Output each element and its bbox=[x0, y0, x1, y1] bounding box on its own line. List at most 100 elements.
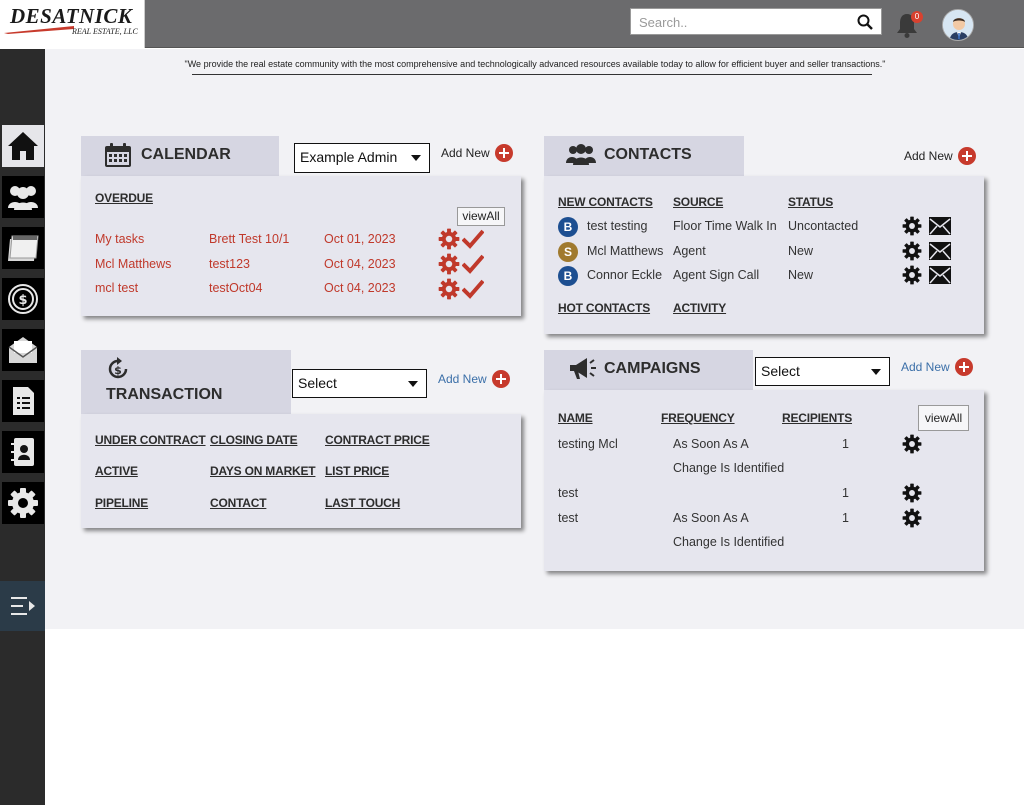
contacts-tab: CONTACTS bbox=[544, 136, 744, 176]
checkmark-icon[interactable] bbox=[462, 254, 484, 274]
transaction-panel: UNDER CONTRACT CLOSING DATE CONTRACT PRI… bbox=[81, 414, 521, 528]
gear-icon[interactable] bbox=[902, 265, 922, 285]
gear-icon[interactable] bbox=[902, 216, 922, 236]
closing-date-link[interactable]: CLOSING DATE bbox=[210, 433, 298, 447]
tagline-underline bbox=[192, 74, 872, 75]
under-contract-link[interactable]: UNDER CONTRACT bbox=[95, 433, 206, 447]
contacts-add-new-button[interactable]: Add New bbox=[904, 147, 976, 165]
contact-link[interactable]: CONTACT bbox=[210, 496, 267, 510]
top-bar: DESATNICK REAL ESTATE, LLC 0 bbox=[0, 0, 1024, 48]
envelope-icon[interactable] bbox=[928, 216, 952, 236]
hot-contacts-link[interactable]: HOT CONTACTS bbox=[558, 301, 650, 315]
svg-text:$: $ bbox=[114, 364, 122, 377]
sidebar-item-contacts[interactable] bbox=[0, 430, 45, 474]
task-date: Oct 01, 2023 bbox=[324, 232, 396, 246]
new-contacts-link[interactable]: NEW CONTACTS bbox=[558, 195, 653, 209]
transaction-add-new-button[interactable]: Add New bbox=[438, 370, 510, 388]
source-header[interactable]: SOURCE bbox=[673, 195, 723, 209]
calendar-select-value: Example Admin bbox=[300, 149, 398, 165]
campaigns-add-new-button[interactable]: Add New bbox=[901, 358, 973, 376]
sidebar-item-users[interactable] bbox=[0, 175, 45, 219]
calendar-add-new-button[interactable]: Add New bbox=[441, 144, 513, 162]
search-icon[interactable] bbox=[857, 14, 873, 30]
calendar-title: CALENDAR bbox=[141, 146, 231, 163]
gear-icon[interactable] bbox=[902, 483, 922, 503]
plus-icon bbox=[954, 358, 973, 376]
plus-icon bbox=[957, 147, 976, 165]
gear-icon bbox=[7, 488, 38, 518]
search-box[interactable] bbox=[630, 8, 882, 35]
menu-expand-icon bbox=[10, 597, 35, 615]
sidebar-item-calendar[interactable] bbox=[0, 226, 45, 270]
sidebar-item-settings[interactable] bbox=[0, 481, 45, 525]
contact-name[interactable]: Mcl Matthews bbox=[587, 244, 663, 258]
campaigns-view-all-button[interactable]: viewAll bbox=[918, 405, 969, 431]
name-header[interactable]: NAME bbox=[558, 411, 593, 425]
contact-initial-badge: S bbox=[558, 242, 578, 262]
campaigns-title: CAMPAIGNS bbox=[604, 360, 701, 377]
contact-name[interactable]: test testing bbox=[587, 219, 647, 233]
sidebar-item-mail[interactable] bbox=[0, 328, 45, 372]
list-price-link[interactable]: LIST PRICE bbox=[325, 464, 389, 478]
gear-icon[interactable] bbox=[438, 253, 460, 275]
task-name[interactable]: Mcl Matthews bbox=[95, 257, 171, 271]
campaign-name[interactable]: testing Mcl bbox=[558, 437, 618, 451]
contact-source: Agent bbox=[673, 244, 706, 258]
sidebar-item-home[interactable] bbox=[0, 124, 45, 168]
tagline: "We provide the real estate community wi… bbox=[184, 59, 886, 69]
gear-icon[interactable] bbox=[438, 278, 460, 300]
task-name[interactable]: mcl test bbox=[95, 281, 138, 295]
recipients-header[interactable]: RECIPIENTS bbox=[782, 411, 852, 425]
checkmark-icon[interactable] bbox=[462, 279, 484, 299]
activity-link[interactable]: ACTIVITY bbox=[673, 301, 726, 315]
task-ref: test123 bbox=[209, 257, 251, 271]
campaign-recipients: 1 bbox=[842, 437, 849, 451]
checkmark-icon[interactable] bbox=[462, 229, 484, 249]
transaction-add-new-label: Add New bbox=[438, 372, 487, 386]
sidebar-item-documents[interactable] bbox=[0, 379, 45, 423]
company-logo[interactable]: DESATNICK REAL ESTATE, LLC bbox=[0, 0, 145, 48]
campaigns-select-value: Select bbox=[761, 363, 800, 379]
contact-name[interactable]: Connor Eckle bbox=[587, 268, 662, 282]
search-input[interactable] bbox=[639, 13, 839, 31]
pipeline-link[interactable]: PIPELINE bbox=[95, 496, 148, 510]
active-link[interactable]: ACTIVE bbox=[95, 464, 138, 478]
task-ref: testOct04 bbox=[209, 281, 263, 295]
sidebar-toggle[interactable] bbox=[0, 581, 45, 631]
calendar-user-select[interactable]: Example Admin bbox=[294, 143, 430, 173]
notification-badge: 0 bbox=[911, 11, 923, 23]
last-touch-link[interactable]: LAST TOUCH bbox=[325, 496, 400, 510]
gear-icon[interactable] bbox=[438, 228, 460, 250]
plus-icon bbox=[494, 144, 513, 162]
svg-text:$: $ bbox=[18, 293, 27, 308]
campaign-name[interactable]: test bbox=[558, 486, 578, 500]
transaction-select[interactable]: Select bbox=[292, 369, 427, 398]
contacts-add-new-label: Add New bbox=[904, 149, 953, 163]
task-name[interactable]: My tasks bbox=[95, 232, 144, 246]
sidebar-item-transactions[interactable]: $ bbox=[0, 277, 45, 321]
users-icon bbox=[566, 144, 596, 165]
calendar-view-all-button[interactable]: viewAll bbox=[457, 207, 505, 226]
calendar-tab: CALENDAR bbox=[81, 136, 279, 176]
contacts-title: CONTACTS bbox=[604, 146, 692, 163]
campaign-name[interactable]: test bbox=[558, 511, 578, 525]
envelope-icon[interactable] bbox=[928, 265, 952, 285]
transaction-select-value: Select bbox=[298, 375, 337, 391]
contract-price-link[interactable]: CONTRACT PRICE bbox=[325, 433, 430, 447]
envelope-icon[interactable] bbox=[928, 241, 952, 261]
contact-status: New bbox=[788, 244, 814, 258]
gear-icon[interactable] bbox=[902, 434, 922, 454]
contact-source: Floor Time Walk In bbox=[673, 219, 777, 233]
task-date: Oct 04, 2023 bbox=[324, 281, 396, 295]
transaction-title: TRANSACTION bbox=[106, 386, 223, 403]
frequency-header[interactable]: FREQUENCY bbox=[661, 411, 735, 425]
gear-icon[interactable] bbox=[902, 508, 922, 528]
gear-icon[interactable] bbox=[902, 241, 922, 261]
task-date: Oct 04, 2023 bbox=[324, 257, 396, 271]
status-header[interactable]: STATUS bbox=[788, 195, 833, 209]
campaigns-select[interactable]: Select bbox=[755, 357, 890, 386]
overdue-link[interactable]: OVERDUE bbox=[95, 191, 153, 205]
days-on-market-link[interactable]: DAYS ON MARKET bbox=[210, 464, 316, 478]
dollar-cycle-icon: $ bbox=[108, 357, 128, 379]
avatar[interactable] bbox=[942, 9, 974, 41]
